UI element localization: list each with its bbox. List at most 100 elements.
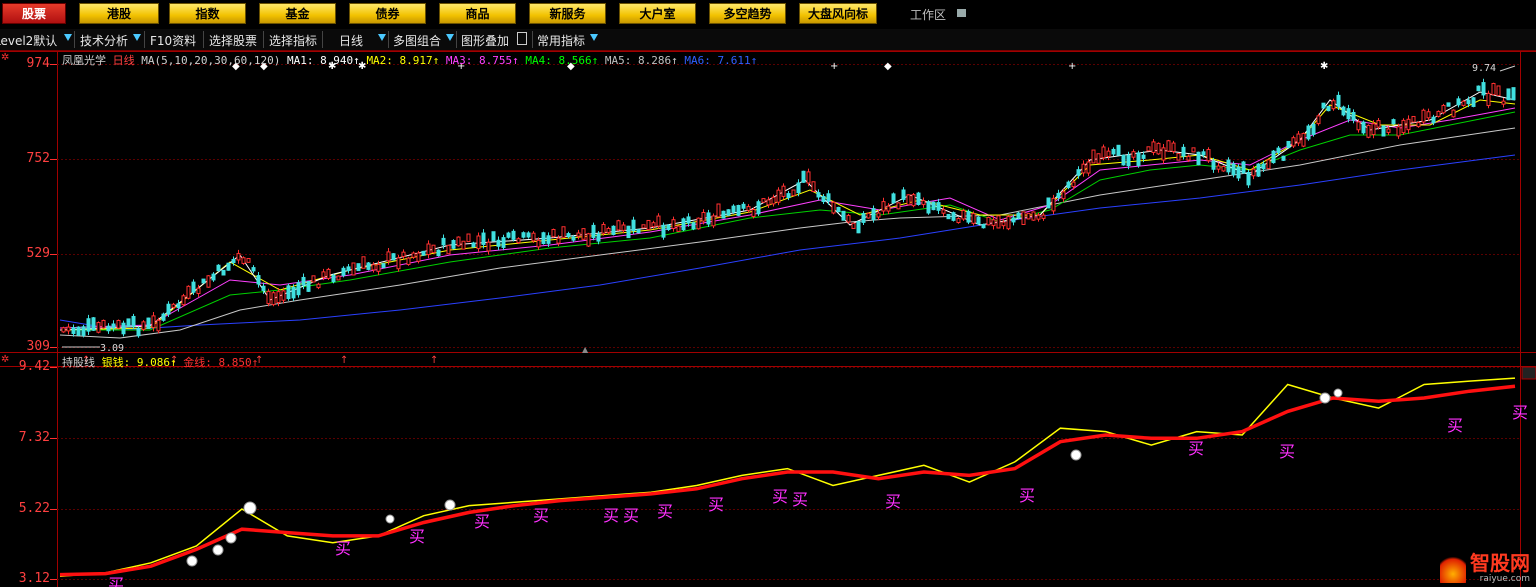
ma4-value: MA4: 8.566↑ — [525, 54, 599, 67]
ma5-value: MA5: 8.286↑ — [604, 54, 678, 67]
candle-body — [241, 257, 246, 264]
ma-info-line: 凤凰光学 日线 MA(5,10,20,30,60,120) MA1: 8.940… — [62, 52, 757, 68]
candle-body — [906, 194, 911, 206]
candle-body — [1016, 212, 1021, 219]
candle-body — [1446, 102, 1451, 107]
candle-body — [1211, 160, 1216, 170]
candle-body — [506, 232, 511, 238]
candle-body — [981, 223, 986, 229]
candle-body — [116, 319, 121, 329]
candle-body — [986, 216, 991, 226]
candle-body — [951, 212, 956, 221]
candle-body — [281, 290, 286, 301]
candle-body — [231, 259, 236, 264]
candle-body — [801, 170, 806, 183]
buy-signal-label: 买 — [335, 539, 351, 558]
candle-body — [1401, 119, 1406, 134]
gold-line — [59, 384, 1516, 577]
candle-body — [1501, 100, 1506, 105]
y-axis-label: 309 — [26, 339, 50, 354]
candle-body — [1061, 191, 1066, 200]
candle-body — [1321, 102, 1326, 109]
y-axis-label: 3.12 — [18, 571, 50, 586]
candle-body — [1426, 111, 1431, 119]
candle-body — [106, 325, 111, 332]
candle-body — [66, 326, 71, 332]
candle-body — [331, 274, 336, 283]
candle-body — [971, 213, 976, 224]
candle-body — [536, 239, 541, 248]
candle-body — [206, 275, 211, 288]
candle-body — [996, 215, 1001, 229]
buy-signal-label: 买 — [1512, 403, 1528, 422]
candle-body — [1046, 197, 1051, 209]
candle-body — [1171, 142, 1176, 152]
candle-body — [1126, 154, 1131, 167]
candle-body — [896, 202, 901, 210]
chart-canvas[interactable]: ◆ ◆ ✱ ✱ + ◆ + ◆ + ✱ 9.74 3.09 ↑ ↑ ↑ ↑ ↑ ▲ 买买买买买买买买买… — [0, 0, 1536, 587]
logo-text: 智股网 — [1470, 551, 1530, 575]
stock-name: 凤凰光学 — [62, 54, 106, 67]
buy-signal-label: 买 — [533, 506, 549, 525]
candle-body — [1241, 161, 1246, 174]
candle-body — [866, 212, 871, 219]
candle-body — [1206, 149, 1211, 162]
candle-body — [71, 327, 76, 334]
candle-body — [256, 275, 261, 285]
y-axis-label: 7.32 — [18, 430, 50, 445]
candle-body — [276, 291, 281, 303]
candle-body — [1271, 150, 1276, 164]
candle-body — [1051, 197, 1056, 212]
buy-signal-label: 买 — [1019, 486, 1035, 505]
candle-body — [376, 263, 381, 272]
candle-body — [511, 230, 516, 240]
candle-body — [721, 210, 726, 219]
candle-body — [886, 205, 891, 212]
candle-body — [371, 264, 376, 271]
buy-signal-label: 买 — [409, 527, 425, 546]
candle-body — [201, 278, 206, 284]
candle-body — [851, 222, 856, 229]
gear-icon[interactable]: ✲ — [1, 354, 9, 365]
candle-body — [1141, 154, 1146, 159]
candle-body — [581, 228, 586, 240]
gold-value: 金线: 8.850↑ — [183, 356, 259, 369]
candle-body — [1436, 110, 1441, 117]
gear-icon[interactable]: ✲ — [1, 52, 9, 63]
buy-signal-label: 买 — [772, 487, 788, 506]
buy-signal-label: 买 — [108, 575, 124, 587]
candle-body — [691, 222, 696, 230]
candle-body — [301, 276, 306, 286]
candle-body — [1441, 104, 1446, 114]
candle-body — [806, 171, 811, 184]
candle-body — [366, 262, 371, 270]
candle-body — [396, 257, 401, 270]
candle-body — [161, 313, 166, 321]
candle-body — [576, 232, 581, 237]
buy-signal-label: 买 — [623, 506, 639, 525]
candle-body — [1456, 98, 1461, 106]
candle-body — [1306, 125, 1311, 140]
candle-body — [211, 273, 216, 281]
candle-body — [1111, 148, 1116, 155]
svg-text:◆: ◆ — [884, 61, 892, 72]
candle-body — [621, 224, 626, 231]
candle-body — [741, 203, 746, 209]
candle-body — [416, 252, 421, 262]
candle-body — [356, 263, 361, 272]
candle-body — [596, 233, 601, 242]
candle-body — [936, 202, 941, 211]
candle-body — [186, 285, 191, 299]
signal-dots — [186, 388, 1343, 567]
candle-body — [411, 252, 416, 258]
candle-body — [836, 206, 841, 213]
candle-body — [1001, 221, 1006, 227]
buy-signal-label: 买 — [792, 490, 808, 509]
candle-body — [976, 216, 981, 225]
candle-body — [1396, 126, 1401, 137]
candle-body — [941, 209, 946, 214]
candle-body — [391, 253, 396, 261]
candle-body — [481, 232, 486, 245]
candle-body — [1326, 106, 1331, 112]
candle-body — [1151, 141, 1156, 153]
